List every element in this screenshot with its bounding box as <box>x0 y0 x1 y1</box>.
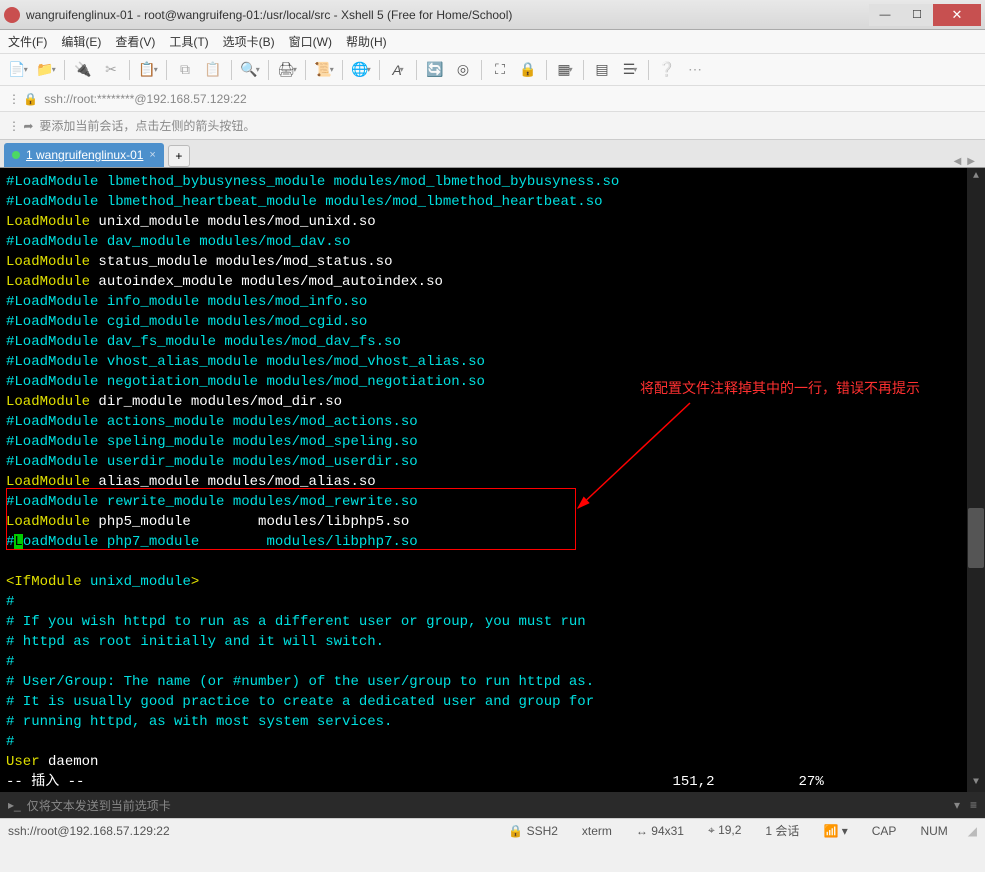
hintbar: ⋮ ➦ 要添加当前会话，点击左侧的箭头按钮。 <box>0 112 985 140</box>
list-icon[interactable]: ☰▾ <box>618 58 642 82</box>
menu-view[interactable]: 查看(V) <box>115 33 155 50</box>
status-sessions: 1 会话 <box>761 822 803 839</box>
fullscreen-icon[interactable]: ⛶ <box>488 58 512 82</box>
minimize-button[interactable]: — <box>869 4 901 26</box>
menubar: 文件(F) 编辑(E) 查看(V) 工具(T) 选项卡(B) 窗口(W) 帮助(… <box>0 30 985 54</box>
close-button[interactable]: ✕ <box>933 4 981 26</box>
tab-next-icon[interactable]: ▶ <box>967 156 975 167</box>
tab-close-icon[interactable]: × <box>149 149 155 161</box>
hint-text: 要添加当前会话，点击左侧的箭头按钮。 <box>39 117 255 134</box>
window-title: wangruifenglinux-01 - root@wangruifeng-0… <box>26 8 869 22</box>
menu-tools[interactable]: 工具(T) <box>169 33 208 50</box>
connect-icon[interactable]: 🔌 <box>71 58 95 82</box>
grip-icon: ⋮ <box>8 119 20 133</box>
scroll-down-icon[interactable]: ▼ <box>967 774 985 792</box>
font-icon[interactable]: A▾ <box>386 58 410 82</box>
grip-icon: ⋮ <box>8 92 20 106</box>
more-icon[interactable]: ⋯ <box>683 58 707 82</box>
arrow-icon[interactable]: ➦ <box>23 119 33 133</box>
status-pos: ⌖ 19,2 <box>704 823 745 838</box>
address-text: ssh://root:********@192.168.57.129:22 <box>44 92 246 106</box>
status-connection: ssh://root@192.168.57.129:22 <box>8 824 488 838</box>
menu-help[interactable]: 帮助(H) <box>346 33 387 50</box>
tab-nav: ◀ ▶ <box>954 156 981 167</box>
target-icon[interactable]: ◎ <box>451 58 475 82</box>
terminal-icon: ▸_ <box>8 798 21 812</box>
dropdown-icon[interactable]: ▾ <box>954 798 960 812</box>
status-term: xterm <box>578 824 616 838</box>
maximize-button[interactable]: ☐ <box>901 4 933 26</box>
copy-icon[interactable]: ⧉ <box>173 58 197 82</box>
app-icon <box>4 7 20 23</box>
status-num: NUM <box>916 824 951 838</box>
open-folder-icon[interactable]: 📁▾ <box>34 58 58 82</box>
resize-grip-icon[interactable]: ◢ <box>968 824 977 838</box>
properties-icon[interactable]: 📋▾ <box>136 58 160 82</box>
lock-icon[interactable]: 🔒 <box>516 58 540 82</box>
status-cap: CAP <box>868 824 901 838</box>
layout-icon[interactable]: ▦▾ <box>553 58 577 82</box>
status-dot-icon <box>12 151 20 159</box>
terminal[interactable]: #LoadModule lbmethod_bybusyness_module m… <box>0 168 985 792</box>
menu-edit[interactable]: 编辑(E) <box>61 33 101 50</box>
annotation-text: 将配置文件注释掉其中的一行，错误不再提示 <box>640 380 920 400</box>
toolbar: 📄▾ 📁▾ 🔌 ✂ 📋▾ ⧉ 📋 🔍▾ 🖨▾ 📜▾ 🌐▾ A▾ 🔄 ◎ ⛶ 🔒 … <box>0 54 985 86</box>
add-tab-button[interactable]: + <box>168 145 190 167</box>
scrollbar[interactable]: ▲ ▼ <box>967 168 985 792</box>
status-size: ↔ 94x31 <box>632 824 688 838</box>
help-icon[interactable]: ❔ <box>655 58 679 82</box>
tab-label: 1 wangruifenglinux-01 <box>26 148 143 162</box>
tabbar: 1 wangruifenglinux-01 × + ◀ ▶ <box>0 140 985 168</box>
statusbar: ssh://root@192.168.57.129:22 🔒 SSH2 xter… <box>0 818 985 842</box>
scroll-thumb[interactable] <box>968 508 984 568</box>
paste-icon[interactable]: 📋 <box>201 58 225 82</box>
tab-prev-icon[interactable]: ◀ <box>954 156 962 167</box>
status-signal-icon: 📶 ▾ <box>819 824 851 838</box>
grid-icon[interactable]: ▤ <box>590 58 614 82</box>
sendbar[interactable]: ▸_ 仅将文本发送到当前选项卡 ▾ ≡ <box>0 792 985 818</box>
addressbar[interactable]: ⋮ 🔒 ssh://root:********@192.168.57.129:2… <box>0 86 985 112</box>
script-icon[interactable]: 📜▾ <box>312 58 336 82</box>
search-icon[interactable]: 🔍▾ <box>238 58 262 82</box>
new-session-icon[interactable]: 📄▾ <box>6 58 30 82</box>
titlebar: wangruifenglinux-01 - root@wangruifeng-0… <box>0 0 985 30</box>
menu-options[interactable]: 选项卡(B) <box>223 33 275 50</box>
lock-icon: 🔒 <box>23 92 38 106</box>
send-text: 仅将文本发送到当前选项卡 <box>27 797 171 814</box>
refresh-icon[interactable]: 🔄 <box>423 58 447 82</box>
window-controls: — ☐ ✕ <box>869 4 981 26</box>
status-proto: 🔒 SSH2 <box>504 824 562 838</box>
disconnect-icon[interactable]: ✂ <box>99 58 123 82</box>
globe-icon[interactable]: 🌐▾ <box>349 58 373 82</box>
scroll-up-icon[interactable]: ▲ <box>967 168 985 186</box>
print-icon[interactable]: 🖨▾ <box>275 58 299 82</box>
session-tab[interactable]: 1 wangruifenglinux-01 × <box>4 143 164 167</box>
menu-file[interactable]: 文件(F) <box>8 33 47 50</box>
menu-icon[interactable]: ≡ <box>970 798 977 812</box>
menu-window[interactable]: 窗口(W) <box>289 33 332 50</box>
